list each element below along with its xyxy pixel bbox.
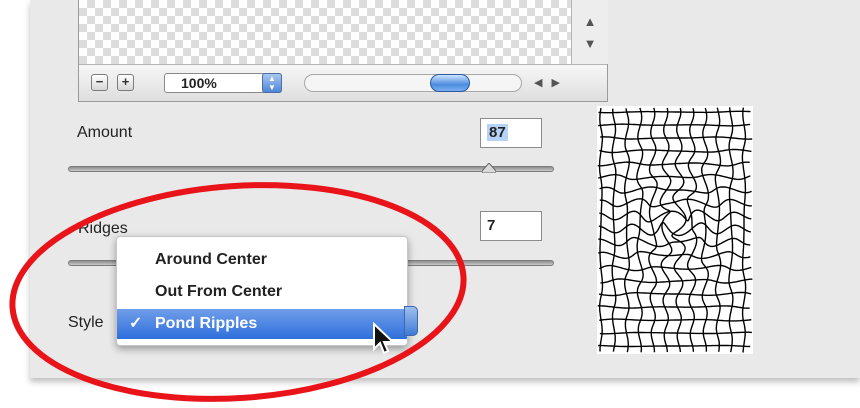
preview-area: ▲ ▼ − + 100% ▲ ▼ ◀ ▶: [78, 0, 608, 102]
menu-item-label: Out From Center: [155, 283, 283, 300]
grid-line: [686, 108, 698, 352]
zoom-in-button[interactable]: +: [117, 74, 134, 91]
zoom-value: 100%: [181, 75, 217, 91]
amount-value: 87: [487, 124, 508, 141]
scroll-up-icon[interactable]: ▲: [572, 14, 608, 29]
grid-line: [714, 107, 722, 352]
grid-line: [598, 108, 604, 352]
vertical-scrollbar[interactable]: ▲ ▼: [571, 0, 608, 64]
ridges-field[interactable]: 7: [480, 211, 542, 241]
menu-item-label: Pond Ripples: [155, 315, 258, 332]
grid-line: [611, 108, 617, 352]
grid-line: [600, 136, 753, 140]
scroll-left-icon[interactable]: ◀: [534, 77, 542, 89]
menu-item-label: Around Center: [155, 251, 267, 268]
scroll-right-icon[interactable]: ▶: [552, 77, 560, 89]
zoom-stepper-icon[interactable]: ▲ ▼: [262, 73, 282, 93]
grid-line: [598, 250, 751, 260]
grid-line: [599, 318, 752, 322]
grid-line: [700, 107, 710, 352]
grid-line: [597, 161, 750, 167]
zoom-field[interactable]: 100% ▲ ▼: [164, 73, 282, 93]
style-menu: Around Center Out From Center ✓ Pond Rip…: [116, 236, 408, 346]
horizontal-scrollbar[interactable]: [304, 74, 522, 92]
style-label: Style: [68, 314, 104, 331]
grid-line: [648, 107, 658, 353]
grid-line: [599, 331, 752, 335]
ridges-value: 7: [487, 217, 496, 234]
amount-field[interactable]: 87: [480, 118, 542, 148]
preview-canvas: [79, 0, 571, 64]
grid-line: [728, 107, 734, 353]
menu-item-out-from-center[interactable]: Out From Center: [117, 277, 407, 307]
checkmark-icon: ✓: [129, 315, 143, 332]
preview-toolbar: − + 100% ▲ ▼ ◀ ▶: [79, 64, 607, 101]
menu-item-around-center[interactable]: Around Center: [117, 245, 407, 275]
horizontal-scroll-arrows: ◀ ▶: [534, 73, 574, 93]
amount-slider-knob[interactable]: [482, 163, 497, 173]
grid-line: [671, 107, 687, 353]
grid-line: [598, 344, 751, 348]
scroll-down-icon[interactable]: ▼: [572, 36, 608, 51]
scroll-thumb[interactable]: [430, 74, 470, 92]
style-popup-button[interactable]: [404, 306, 418, 336]
grid-line: [597, 305, 750, 309]
grid-line: [598, 123, 751, 127]
grid-line: [598, 173, 751, 181]
zoom-out-button[interactable]: −: [91, 74, 108, 91]
grid-line: [599, 209, 752, 223]
amount-label: Amount: [77, 124, 133, 141]
grid-line: [599, 148, 752, 154]
grid-line: [598, 291, 752, 297]
grid-line: [598, 221, 751, 237]
grid-line: [624, 108, 630, 353]
zigzag-preview-image: [597, 106, 753, 354]
grid-line: [598, 110, 751, 114]
menu-item-pond-ripples[interactable]: ✓ Pond Ripples: [117, 309, 407, 339]
mouse-pointer-icon: [373, 322, 396, 355]
